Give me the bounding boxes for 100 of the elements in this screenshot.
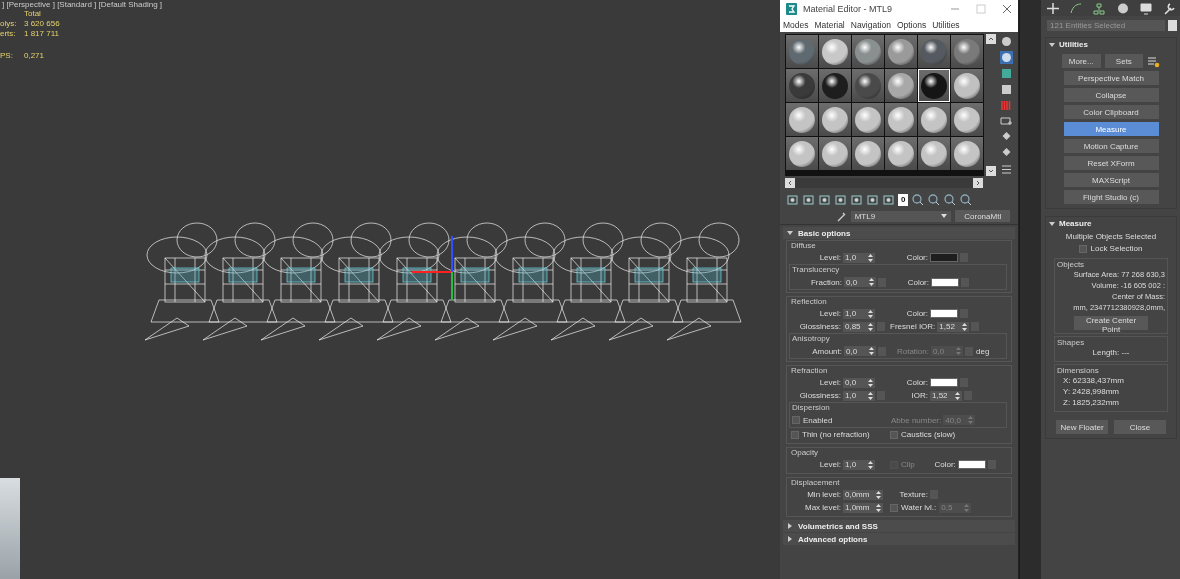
color-bars-icon[interactable] [1000, 99, 1013, 112]
spinner-field[interactable]: 0,0 [844, 277, 876, 287]
scroll-down-icon[interactable] [986, 166, 996, 176]
utility-button[interactable]: Motion Capture [1063, 139, 1159, 153]
sample-slot[interactable] [951, 137, 983, 170]
group-title: Dimensions [1057, 366, 1100, 375]
square-icon[interactable] [1000, 83, 1013, 96]
checkbox[interactable] [890, 503, 898, 512]
color-swatch[interactable] [931, 277, 959, 287]
sample-slot[interactable] [819, 103, 851, 136]
create-center-point-button[interactable]: Create Center Point [1074, 316, 1148, 330]
sample-slot[interactable] [918, 69, 950, 102]
spinner-field[interactable]: 0,85 [843, 321, 875, 332]
sample-slot[interactable] [852, 137, 884, 170]
sample-slot[interactable] [885, 103, 917, 136]
utility-button[interactable]: Color Clipboard [1063, 105, 1159, 119]
circle-icon[interactable] [1115, 1, 1130, 15]
group-title: Refraction [791, 366, 829, 376]
checkbox[interactable] [1079, 244, 1088, 253]
field-label: Color: [905, 378, 928, 387]
curve-icon[interactable] [1069, 1, 1083, 15]
checkbox[interactable] [792, 416, 800, 424]
color-swatch[interactable] [930, 378, 958, 387]
color-swatch[interactable] [957, 460, 986, 469]
rollout-header[interactable]: Utilities [1046, 38, 1176, 51]
sample-slot[interactable] [918, 103, 950, 136]
menu-item[interactable]: Modes [783, 19, 809, 30]
utility-button[interactable]: Perspective Match [1063, 71, 1159, 85]
utility-button[interactable]: Flight Studio (c) [1063, 190, 1159, 204]
sets-button[interactable]: Sets [1104, 54, 1144, 68]
sample-slot[interactable] [918, 137, 950, 170]
spinner-field[interactable]: 0,0mm [843, 489, 883, 500]
scroll-up-icon[interactable] [986, 34, 996, 44]
spinner-arrows-icon [962, 322, 968, 331]
magnifier-icon[interactable] [943, 193, 957, 206]
rollout-header[interactable]: Volumetrics and SSS [783, 520, 1015, 532]
measure-button[interactable]: New Floater [1056, 420, 1108, 434]
material-type-button[interactable]: CoronaMtl [955, 210, 1010, 222]
spinner-field[interactable]: 1,0mm [843, 502, 883, 513]
color-swatch[interactable] [930, 309, 958, 318]
sample-slot[interactable] [786, 103, 818, 136]
utility-button[interactable]: MAXScript [1063, 173, 1159, 187]
utility-button[interactable]: Reset XForm [1063, 156, 1159, 170]
spinner-field[interactable]: 0,0 [843, 377, 875, 388]
monitor-icon[interactable] [1138, 1, 1153, 15]
group-title: Reflection [791, 297, 828, 307]
sample-slot[interactable] [885, 35, 917, 68]
scroll-right-icon[interactable] [973, 178, 983, 188]
spinner-field[interactable]: 1,52 [930, 390, 962, 401]
plus-icon[interactable] [1045, 1, 1060, 15]
menu-item[interactable]: Options [896, 19, 927, 30]
rollout-header[interactable]: Measure [1046, 217, 1176, 230]
field-label: Max level: [804, 503, 841, 512]
checkbox[interactable] [890, 430, 898, 439]
sample-slot[interactable] [951, 103, 983, 136]
spinner-field[interactable]: 1,0 [843, 252, 875, 263]
close-icon[interactable] [1002, 3, 1012, 14]
spinner-arrows-icon [868, 391, 873, 400]
sample-slot[interactable] [852, 103, 884, 136]
menu-item[interactable]: Utilities [932, 19, 960, 30]
film-plus-icon[interactable] [1000, 115, 1013, 128]
sample-slot[interactable] [885, 69, 917, 102]
sample-slot[interactable] [786, 137, 818, 170]
sample-slot[interactable] [885, 137, 917, 170]
spinner-field[interactable]: 1,52 [937, 321, 970, 332]
hierarchy-icon[interactable] [1092, 1, 1107, 15]
wrench-icon[interactable] [1162, 1, 1177, 15]
measure-button[interactable]: Close [1114, 420, 1166, 434]
color-swatch[interactable] [930, 253, 958, 262]
fps-label: PS: [0, 51, 14, 60]
spinner-field[interactable]: 1,0 [843, 308, 875, 319]
sample-slot[interactable] [786, 69, 818, 102]
sample-slot[interactable] [819, 137, 851, 170]
rollout-header[interactable]: Advanced options [783, 533, 1015, 545]
rollout-header[interactable]: Basic options [783, 227, 1015, 239]
magnifier-icon[interactable] [959, 193, 973, 206]
utility-button[interactable]: Collapse [1063, 88, 1159, 102]
material-name-dropdown[interactable]: MTL9 [850, 210, 952, 222]
sample-slot[interactable] [819, 35, 851, 68]
menu-item[interactable]: Material [814, 19, 845, 30]
viewport-label[interactable]: ] [Perspective ] [Standard ] [Default Shading ] [0, 0, 780, 9]
spinner-field[interactable]: 1,0 [843, 459, 875, 470]
effects-channel-button[interactable]: 0 [898, 193, 909, 206]
rollout-arrow-icon [1049, 220, 1055, 227]
list-icon[interactable] [1000, 163, 1013, 176]
eyedropper-icon[interactable] [836, 210, 847, 222]
scroll-left-icon[interactable] [785, 178, 795, 188]
checker-icon[interactable] [1000, 67, 1013, 80]
field-label: Rotation: [895, 346, 929, 356]
checkbox-label: Lock Selection [1090, 244, 1143, 253]
more-button[interactable]: More... [1062, 54, 1101, 68]
utility-button[interactable]: Measure [1063, 122, 1159, 136]
sample-slot[interactable] [951, 69, 983, 102]
object-color-swatch[interactable] [1168, 20, 1177, 31]
checkbox[interactable] [791, 430, 799, 439]
list-icon[interactable] [1147, 54, 1160, 68]
sample-slot[interactable] [819, 69, 851, 102]
spinner-field[interactable]: 0,0 [844, 346, 876, 356]
spinner-field[interactable]: 1,0 [843, 390, 875, 401]
menu-item[interactable]: Navigation [850, 19, 891, 30]
